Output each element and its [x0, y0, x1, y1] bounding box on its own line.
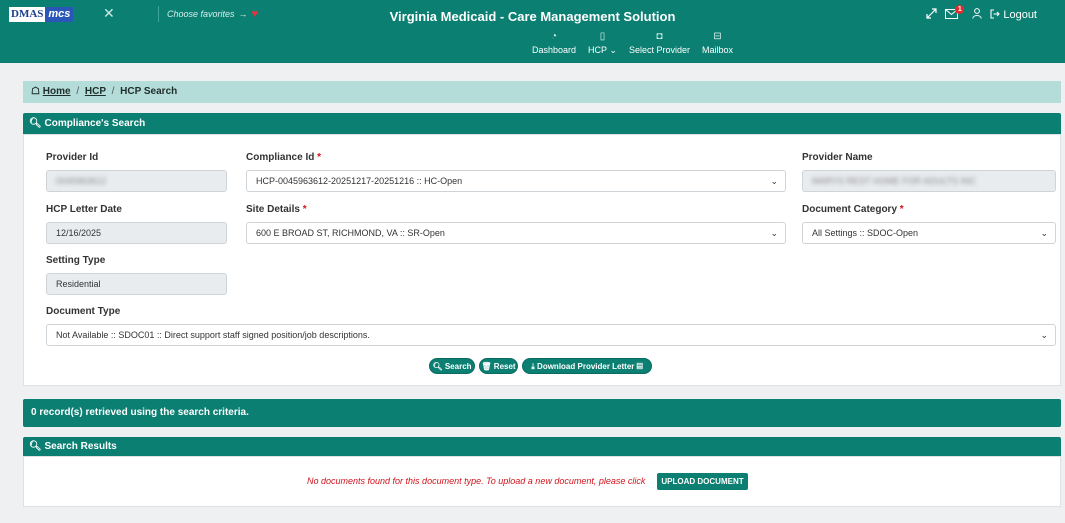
- setting-type-value: Residential: [56, 279, 101, 289]
- doc-type-label: Document Type: [46, 306, 121, 317]
- provider-name-label: Provider Name: [802, 152, 873, 163]
- logout-icon: [990, 8, 1001, 22]
- close-icon[interactable]: ✕: [103, 6, 115, 20]
- top-bar: DMAS mcs ✕ Choose favorites → ♥ Virginia…: [0, 0, 1065, 27]
- doc-category-label: Document Category *: [802, 204, 904, 215]
- arrow-right-icon: →: [238, 9, 248, 19]
- doc-type-select[interactable]: Not Available :: SDOC01 :: Direct suppor…: [46, 324, 1056, 346]
- site-details-select[interactable]: 600 E BROAD ST, RICHMOND, VA :: SR-Open …: [246, 222, 786, 244]
- nav-dashboard-label: Dashboard: [532, 45, 577, 55]
- choose-favorites[interactable]: Choose favorites → ♥: [158, 6, 258, 22]
- briefcase-icon: ◘: [656, 31, 663, 42]
- setting-type-field: Residential: [46, 273, 227, 295]
- heart-icon: ♥: [251, 8, 259, 20]
- records-message: 0 record(s) retrieved using the search c…: [23, 399, 1061, 427]
- letter-date-label: HCP Letter Date: [46, 204, 122, 215]
- nav-mailbox-label: Mailbox: [701, 45, 733, 55]
- main-nav: ◔ Dashboard ▯ HCP ⌄ ◘ Select Provider ⊟ …: [0, 27, 1065, 63]
- search-icon: 🔍︎: [432, 362, 443, 371]
- pdf-icon: ▤: [636, 362, 643, 371]
- doc-category-value: All Settings :: SDOC-Open: [812, 228, 919, 238]
- download-icon: ⤓: [531, 362, 535, 371]
- compliance-id-select[interactable]: HCP-0045963612-20251217-20251216 :: HC-O…: [246, 170, 786, 192]
- home-icon: ☖: [31, 86, 40, 97]
- compliance-id-value: HCP-0045963612-20251217-20251216 :: HC-O…: [256, 176, 463, 186]
- dmas-logo: DMAS: [9, 7, 46, 22]
- compliance-id-label: Compliance Id *: [246, 152, 322, 163]
- mailbox-icon: ⊟: [713, 31, 722, 42]
- provider-id-value: 0045963612: [56, 176, 107, 186]
- nav-dashboard[interactable]: ◔ Dashboard: [526, 31, 582, 57]
- nav-select-provider-label: Select Provider: [628, 45, 690, 55]
- chevron-down-icon: ⌄: [1040, 330, 1048, 340]
- nav-select-provider[interactable]: ◘ Select Provider: [623, 31, 696, 57]
- site-details-value: 600 E BROAD ST, RICHMOND, VA :: SR-Open: [256, 228, 445, 238]
- breadcrumb-separator: /: [111, 86, 115, 97]
- nav-mailbox[interactable]: ⊟ Mailbox: [696, 31, 739, 57]
- expand-icon[interactable]: [926, 8, 937, 22]
- breadcrumb-current: HCP Search: [120, 86, 178, 97]
- letter-date-value: 12/16/2025: [56, 228, 102, 238]
- nav-hcp-label: HCP: [588, 45, 607, 55]
- site-details-label: Site Details *: [246, 204, 307, 215]
- download-letter-button[interactable]: ⤓ Download Provider Letter ▤: [522, 358, 652, 374]
- chevron-down-icon: ⌄: [770, 176, 778, 186]
- breadcrumb-hcp[interactable]: HCP: [85, 86, 106, 97]
- compliance-search-title: Compliance's Search: [44, 118, 146, 129]
- logout-label: Logout: [1003, 9, 1037, 21]
- provider-id-field: 0045963612: [46, 170, 227, 192]
- breadcrumb: ☖ Home / HCP / HCP Search: [23, 81, 1061, 103]
- app-logo[interactable]: DMAS mcs: [9, 7, 74, 22]
- notification-badge: 1: [955, 4, 965, 14]
- dashboard-icon: ◔: [550, 31, 558, 42]
- upload-document-button[interactable]: UPLOAD DOCUMENT: [657, 473, 748, 490]
- breadcrumb-separator: /: [76, 86, 80, 97]
- mcs-logo: mcs: [45, 7, 74, 22]
- setting-type-label: Setting Type: [46, 255, 106, 266]
- search-results-title: Search Results: [44, 441, 117, 452]
- chevron-down-icon: ⌄: [770, 228, 778, 238]
- doc-category-select[interactable]: All Settings :: SDOC-Open ⌄: [802, 222, 1056, 244]
- search-icon: 🔍︎: [29, 441, 42, 452]
- mail-icon[interactable]: 1: [945, 4, 965, 22]
- doc-type-value: Not Available :: SDOC01 :: Direct suppor…: [56, 330, 370, 340]
- provider-id-label: Provider Id: [46, 152, 99, 163]
- trash-icon: 🗑︎: [481, 362, 492, 371]
- document-icon: ▯: [599, 31, 606, 42]
- provider-name-value: MARYS REST HOME FOR ADULTS INC: [812, 176, 977, 186]
- chevron-down-icon: ⌄: [1040, 228, 1048, 238]
- search-button[interactable]: 🔍︎ Search: [429, 358, 475, 374]
- user-icon[interactable]: [972, 8, 983, 22]
- nav-hcp[interactable]: ▯ HCP ⌄: [582, 31, 623, 57]
- search-icon: 🔍︎: [29, 118, 42, 129]
- no-documents-message: No documents found for this document typ…: [307, 476, 646, 486]
- logout-button[interactable]: Logout: [990, 8, 1037, 22]
- reset-button[interactable]: 🗑︎ Reset: [479, 358, 518, 374]
- letter-date-field: 12/16/2025: [46, 222, 227, 244]
- search-results-header: 🔍︎ Search Results: [23, 437, 1061, 456]
- breadcrumb-home[interactable]: Home: [43, 86, 71, 97]
- compliance-search-header: 🔍︎ Compliance's Search: [23, 113, 1061, 134]
- favorites-label: Choose favorites: [167, 9, 235, 19]
- chevron-down-icon: ⌄: [609, 45, 617, 55]
- provider-name-field: MARYS REST HOME FOR ADULTS INC: [802, 170, 1056, 192]
